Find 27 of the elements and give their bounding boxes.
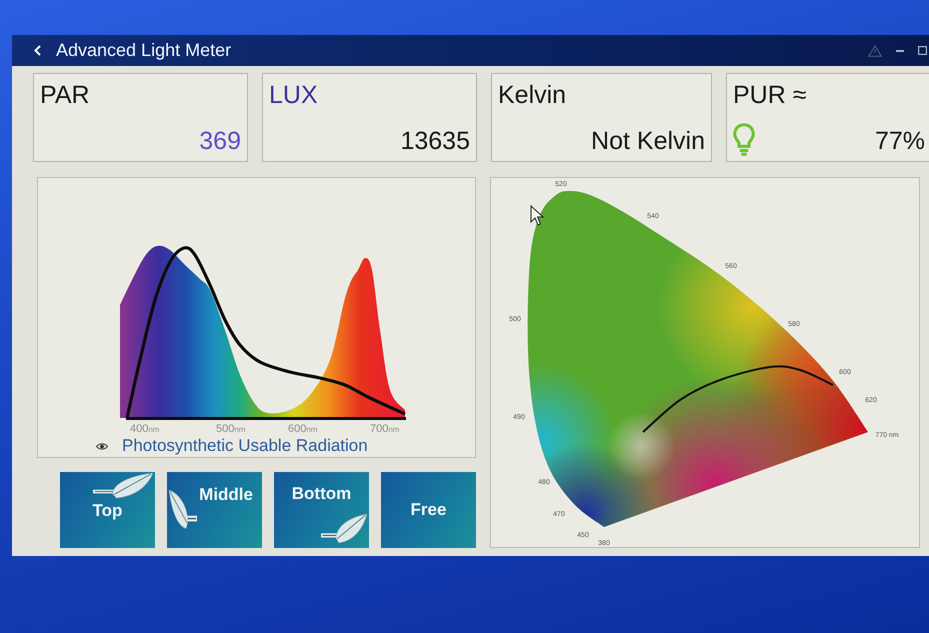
axis-tick-label: 400nm [130,423,160,435]
axis-tick-label: 600nm [288,423,318,435]
eye-icon[interactable] [96,442,108,450]
reading-label: Kelvin [498,80,566,110]
leaf-icon [321,514,367,544]
leaf-icon [93,473,153,499]
lightbulb-icon [733,123,755,156]
reading-value: 13635 [400,126,470,156]
mode-button[interactable]: Top [60,472,155,548]
mode-button[interactable]: Free [381,472,476,548]
mode-button[interactable]: Middle [167,472,262,548]
chevron-left-icon [34,45,40,56]
mouse-cursor-icon [530,204,544,226]
mode-button[interactable]: Bottom [274,472,369,548]
axis-tick-label: 500nm [216,423,246,435]
reading-value: 77% [874,126,925,156]
minimize-icon[interactable] [896,50,904,52]
window-title: Advanced Light Meter [56,40,232,61]
axis-tick-label: 700nm [370,423,400,435]
legend-label: Photosynthetic Usable Radiation [122,436,368,456]
maximize-icon[interactable] [918,46,927,55]
reading-value: 369 [199,126,241,156]
reading-value: Not Kelvin [591,126,705,156]
reading-label: PUR ≈ [733,80,806,110]
reading-label: PAR [40,80,90,110]
leaf-icon [169,490,197,530]
reading-label: LUX [269,80,318,110]
